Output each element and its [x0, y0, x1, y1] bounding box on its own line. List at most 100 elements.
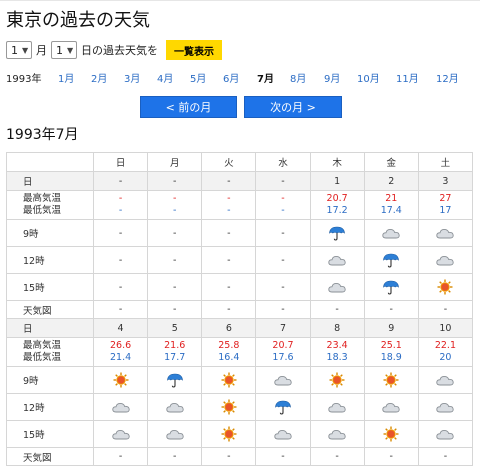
low-temp-value: 18.3 — [326, 352, 348, 363]
row-label-9am: 9時 — [6, 366, 94, 394]
month-link-10[interactable]: 10月 — [357, 70, 380, 85]
weather-map-cell: - — [363, 447, 419, 466]
month-link-6[interactable]: 6月 — [223, 70, 239, 85]
row-label-12pm: 12時 — [6, 246, 94, 274]
high-temp-value: 27 — [439, 193, 452, 204]
weekday-header: 木 — [309, 152, 365, 172]
high-temp-value: - — [227, 193, 231, 204]
temperature-row: 最高気温 最低気温 - - - - - - - -20.7 17.2 21 17.4 27 17 — [6, 190, 474, 220]
cloud-icon — [435, 252, 455, 268]
date-cell: 5 — [147, 318, 203, 338]
temp-cell: 21 17.4 — [363, 190, 419, 220]
month-heading: 1993年7月 — [6, 127, 79, 143]
cloud-icon — [111, 399, 131, 415]
row-label-temp: 最高気温 最低気温 — [6, 337, 94, 367]
high-temp-value: 23.4 — [326, 340, 348, 351]
date-cell: 10 — [417, 318, 474, 338]
high-temp-value: 25.8 — [218, 340, 240, 351]
temp-cell: 27 17 — [417, 190, 474, 220]
sun-icon — [381, 372, 401, 388]
month-link-1[interactable]: 1月 — [58, 70, 74, 85]
cloud-icon — [327, 279, 347, 295]
prev-month-button[interactable]: < 前の月 — [140, 96, 237, 118]
top-divider — [0, 0, 480, 1]
date-cell: 2 — [363, 171, 419, 191]
weather-cell — [309, 219, 365, 247]
weekday-header: 土 — [417, 152, 474, 172]
low-temp-value: - — [172, 205, 177, 216]
temp-cell: -- — [92, 190, 149, 220]
chevron-down-icon: ▼ — [22, 45, 29, 55]
weekday-header-row: 日月火水木金土 — [6, 152, 474, 172]
month-link-12[interactable]: 12月 — [436, 70, 459, 85]
weather-map-cell: - — [309, 300, 365, 319]
month-link-5[interactable]: 5月 — [190, 70, 206, 85]
show-list-button[interactable]: 一覧表示 — [166, 40, 222, 60]
weather-cell — [309, 246, 365, 274]
sun-icon — [219, 426, 239, 442]
next-month-button[interactable]: 次の月 > — [244, 96, 342, 118]
month-current-7: 7月 — [257, 74, 274, 85]
month-unit-label: 月 — [36, 44, 47, 57]
date-row: 日 4 5 6 7 8 9 10 — [6, 318, 474, 338]
label-low-temp: 最低気温 — [23, 352, 62, 363]
date-cell: - — [255, 171, 311, 191]
weather-cell — [417, 246, 474, 274]
temp-cell: -- — [201, 190, 257, 220]
cloud-icon — [381, 225, 401, 241]
date-picker-bar: 1 ▼ 月 1 ▼ 日の過去天気を 一覧表示 — [6, 40, 222, 60]
month-link-8[interactable]: 8月 — [290, 70, 306, 85]
sun-icon — [381, 426, 401, 442]
umbrella-icon — [381, 252, 401, 268]
month-link-3[interactable]: 3月 — [124, 70, 140, 85]
row-label-12pm: 12時 — [6, 393, 94, 421]
weekday-header: 日 — [92, 152, 149, 172]
date-cell: 9 — [363, 318, 419, 338]
cloud-icon — [435, 426, 455, 442]
sun-icon — [111, 372, 131, 388]
umbrella-icon — [381, 279, 401, 295]
cloud-icon — [165, 426, 185, 442]
low-temp-value: 17.7 — [164, 352, 186, 363]
day-select[interactable]: 1 ▼ — [51, 41, 77, 59]
temp-cell: -- — [147, 190, 203, 220]
row-label-date: 日 — [6, 318, 94, 338]
month-link-2[interactable]: 2月 — [91, 70, 107, 85]
weekday-header: 水 — [255, 152, 311, 172]
weather-cell: - — [255, 219, 311, 247]
month-select[interactable]: 1 ▼ — [6, 41, 32, 59]
weather-row-9am: 9時 - - - - — [6, 219, 474, 247]
weather-cell — [309, 366, 365, 394]
weekday-header: 月 — [147, 152, 203, 172]
weather-map-cell: - — [363, 300, 419, 319]
weather-cell — [92, 366, 149, 394]
weather-cell — [309, 393, 365, 421]
temp-cell: 20.7 17.6 — [255, 337, 311, 367]
row-label-3pm: 15時 — [6, 273, 94, 301]
low-temp-value: - — [227, 205, 231, 216]
month-select-value: 1 — [11, 43, 18, 57]
weather-map-cell: - — [147, 300, 203, 319]
cloud-icon — [435, 399, 455, 415]
date-cell: 7 — [255, 318, 311, 338]
high-temp-value: 21.6 — [164, 340, 186, 351]
year-label: 1993年 — [6, 74, 42, 85]
weather-row-3pm: 15時 — [6, 420, 474, 448]
weather-map-cell: - — [255, 447, 311, 466]
weather-row-3pm: 15時 - - - - — [6, 273, 474, 301]
low-temp-value: 16.4 — [218, 352, 240, 363]
month-link-9[interactable]: 9月 — [324, 70, 340, 85]
month-link-4[interactable]: 4月 — [157, 70, 173, 85]
month-link-11[interactable]: 11月 — [396, 70, 419, 85]
header-corner — [6, 152, 94, 172]
weather-cell — [363, 273, 419, 301]
high-temp-value: 21 — [385, 193, 398, 204]
weather-cell: - — [201, 219, 257, 247]
cloud-icon — [165, 399, 185, 415]
low-temp-value: 17.4 — [380, 205, 402, 216]
date-cell: - — [147, 171, 203, 191]
temp-cell: 25.1 18.9 — [363, 337, 419, 367]
row-label-weather-map: 天気図 — [6, 447, 94, 466]
cloud-icon — [273, 426, 293, 442]
low-temp-value: 18.9 — [380, 352, 402, 363]
